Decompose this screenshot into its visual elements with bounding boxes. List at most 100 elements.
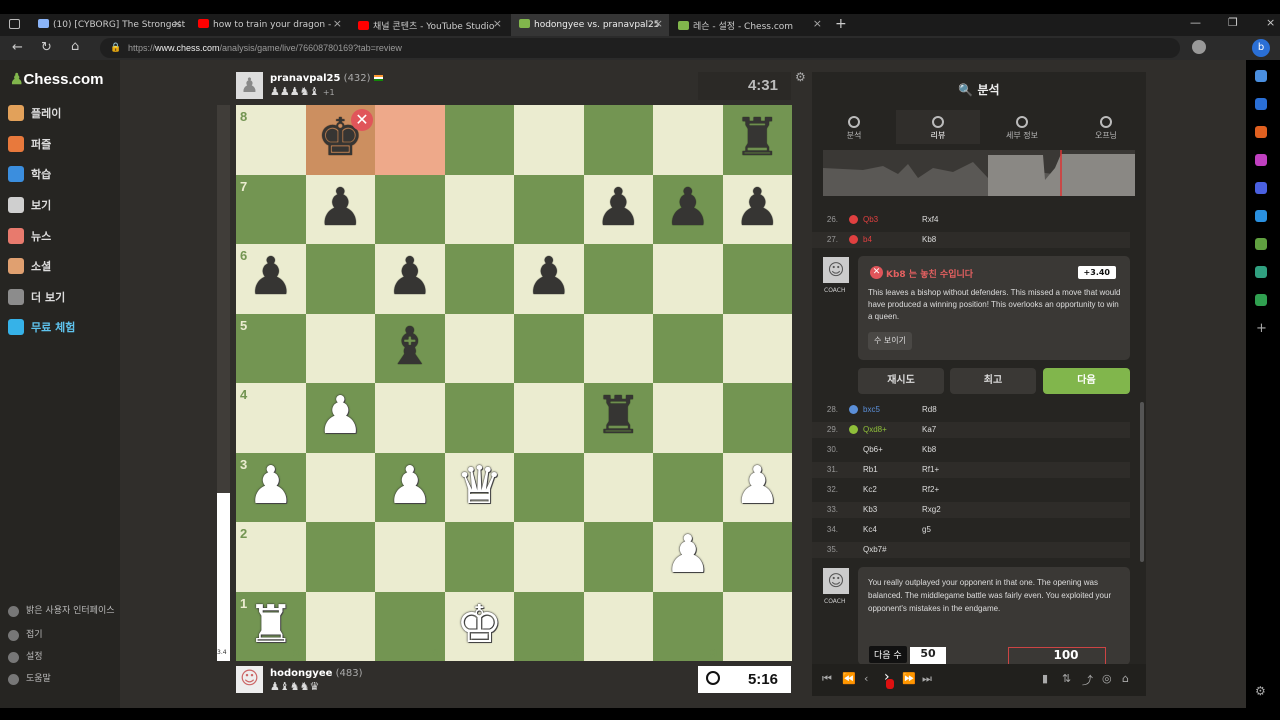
board-square[interactable] [583,244,653,314]
black-move[interactable]: Rf2+ [922,485,939,494]
black-move[interactable]: Ka7 [922,425,936,434]
review-tab[interactable]: 오프닝 [1064,110,1148,144]
nav-item[interactable]: 무료 체험 [8,319,75,335]
board-square[interactable] [444,105,514,175]
black-move[interactable]: Rd8 [922,405,937,414]
nav-item[interactable]: 학습 [8,166,51,182]
tab-close-icon[interactable]: × [813,17,822,30]
eval-graph[interactable] [823,150,1135,196]
black-piece[interactable]: ♜ [584,383,654,453]
tab-close-icon[interactable]: × [493,17,502,30]
board-square[interactable] [583,452,653,522]
black-move[interactable]: Kb8 [922,235,936,244]
bing-icon[interactable]: b [1252,39,1270,57]
white-piece[interactable]: ♟ [723,453,793,523]
review-tab[interactable]: 리뷰 [896,110,980,144]
board-square[interactable] [722,244,792,314]
tab-close-icon[interactable]: × [333,17,342,30]
white-piece[interactable]: ♟ [375,453,445,523]
sidebar-app-icon[interactable] [1255,70,1267,82]
board-square[interactable] [305,244,375,314]
show-move-button[interactable]: 수 보이기 [868,332,912,350]
review-tab[interactable]: 분석 [812,110,896,144]
nav-item[interactable]: 뉴스 [8,228,51,244]
close-window-icon[interactable]: × [1266,16,1275,29]
black-piece[interactable]: ♟ [514,244,584,314]
retry-button[interactable]: 재시도 [858,368,944,394]
back-icon[interactable]: ‹ [864,672,868,685]
museum-icon[interactable]: ⌂ [1122,672,1129,685]
board-square[interactable] [514,383,584,453]
nav-bottom-item[interactable]: 설정 [8,652,116,663]
board-square[interactable] [722,522,792,592]
sidebar-app-icon[interactable] [1255,294,1267,306]
board-square[interactable] [305,452,375,522]
next-icon[interactable]: ⏩ [902,672,916,685]
sidebar-app-icon[interactable] [1255,238,1267,250]
board-square[interactable] [444,313,514,383]
target-icon[interactable]: ◎ [1102,672,1112,685]
board-square[interactable] [444,522,514,592]
sidebar-app-icon[interactable] [1255,98,1267,110]
prev-icon[interactable]: ⏪ [842,672,856,685]
board-square[interactable] [583,313,653,383]
sidebar-app-icon[interactable] [1255,182,1267,194]
board-square[interactable] [514,522,584,592]
black-piece[interactable]: ♟ [723,175,793,245]
board-square[interactable] [375,522,445,592]
white-piece[interactable]: ♟ [653,522,723,592]
share-icon[interactable]: ⤴ [1082,672,1093,688]
board-square[interactable] [722,383,792,453]
board-square[interactable] [583,105,653,175]
white-piece[interactable]: ♜ [236,592,306,662]
black-move[interactable]: g5 [922,525,931,534]
board-square[interactable] [653,383,723,453]
reload-icon[interactable]: ↻ [41,40,52,55]
board-square[interactable] [305,522,375,592]
bottom-player-name[interactable]: hodongyee [270,668,332,679]
minimize-icon[interactable]: — [1190,16,1201,29]
white-piece[interactable]: ♛ [445,453,515,523]
black-piece[interactable]: ♟ [306,175,376,245]
black-piece[interactable]: ♟ [584,175,654,245]
nav-bottom-item[interactable]: 접기 [8,630,116,641]
back-icon[interactable]: ← [12,40,23,55]
white-piece[interactable]: ♟ [306,383,376,453]
chess-logo[interactable]: ♟Chess.com [10,70,104,88]
white-move[interactable]: Kc4 [863,525,877,534]
black-piece[interactable]: ♟ [375,244,445,314]
new-tab-icon[interactable]: + [835,16,847,32]
browser-tab[interactable]: (10) [CYBORG] The Strongest Ba × [30,14,188,36]
tab-close-icon[interactable]: × [173,17,182,30]
chess-board[interactable]: 8 7 6 5 4 3 2 1 a b c d e f g h ♚ ♜ ♟ ♟ ♟ ♟ ♟ ♟ ♟ ♝ ♟ ♜ ♟ ♟ ♛ ♟ ♟ ♜ ♚ ✕ [236,105,792,661]
nav-item[interactable]: 보기 [8,197,51,213]
browser-settings-icon[interactable]: ⚙ [1255,684,1266,698]
tab-close-icon[interactable]: × [654,17,663,30]
white-move[interactable]: Kc2 [863,485,877,494]
bar-chart-icon[interactable]: ▮ [1042,672,1048,685]
nav-item[interactable]: 더 보기 [8,289,65,305]
black-move[interactable]: Rxf4 [922,215,938,224]
board-square[interactable] [375,105,445,175]
sidebar-app-icon[interactable] [1255,126,1267,138]
white-piece[interactable]: ♟ [236,453,306,523]
sidebar-app-icon[interactable] [1255,210,1267,222]
board-square[interactable] [514,452,584,522]
black-move[interactable]: Rxg2 [922,505,941,514]
black-piece[interactable]: ♟ [653,175,723,245]
white-move[interactable]: Qb6+ [863,445,883,454]
white-move[interactable]: Qxd8+ [863,425,887,434]
browser-tab[interactable]: how to train your dragon - × [190,14,348,36]
white-piece[interactable]: ♚ [445,592,515,662]
black-move[interactable]: Kb8 [922,445,936,454]
white-move[interactable]: Kb3 [863,505,877,514]
add-sidebar-icon[interactable]: + [1256,321,1267,336]
black-move[interactable]: Rf1+ [922,465,939,474]
white-move[interactable]: Rb1 [863,465,878,474]
black-piece[interactable]: ♝ [375,314,445,384]
nav-item[interactable]: 플레이 [8,105,61,121]
sidebar-app-icon[interactable] [1255,266,1267,278]
board-square[interactable] [514,313,584,383]
white-move[interactable]: bxc5 [863,405,880,414]
browser-tab[interactable]: 채널 콘텐츠 - YouTube Studio × [350,14,508,36]
